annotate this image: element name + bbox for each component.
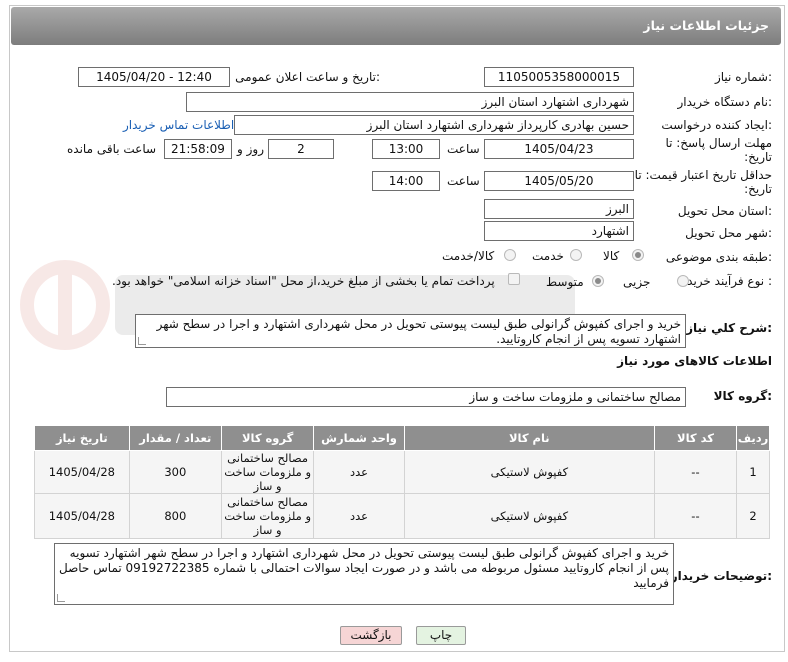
treasury-payment-text: پرداخت تمام یا بخشی از مبلغ خرید،از محل … [112,274,495,288]
resize-handle-icon[interactable] [138,337,146,345]
col-quantity: تعداد / مقدار [128,425,222,451]
days-label: روز و [237,142,264,156]
validity-time-label: ساعت [447,174,480,188]
resize-handle-icon[interactable] [57,594,65,602]
item-name-cell: کفپوش لاستیکی [403,493,655,539]
col-item-name: نام کالا [403,425,655,451]
city-field: اشتهارد [484,221,634,241]
table-header-row: ردیف کد کالا نام کالا واحد شمارش گروه کا… [34,425,770,451]
item-code-cell: -- [653,450,738,494]
table-row: 1 -- کفپوش لاستیکی عدد مصالح ساختمانی و … [34,450,770,494]
row-number-cell: 2 [736,493,770,539]
buyer-notes-label: توضیحات خریدار: [670,569,772,583]
unit-cell: عدد [313,450,405,494]
reply-time-field: 13:00 [372,139,440,159]
reply-deadline-label: مهلت ارسال پاسخ: تا تاریخ: [665,136,772,164]
requester-label: ایجاد کننده درخواست: [661,118,772,132]
need-date-cell: 1405/04/28 [34,493,130,539]
buyer-org-field: شهرداری اشتهارد استان البرز [186,92,634,112]
quantity-cell: 300 [128,450,222,494]
validity-date-field: 1405/05/20 [484,171,634,191]
category-label: طبقه بندی موضوعی: [665,250,772,264]
remaining-time-label: ساعت باقی مانده [67,142,157,156]
reply-time-label: ساعت [447,142,480,156]
item-code-cell: -- [653,493,738,539]
page-title: جزئیات اطلاعات نیاز [643,18,769,33]
page-header: جزئیات اطلاعات نیاز [11,7,781,45]
category-service-label: خدمت [532,249,564,263]
buyer-notes-textarea[interactable]: خرید و اجرای کفپوش گرانولی طبق لیست پیوس… [54,543,674,605]
process-type-label: نوع فرآیند خرید : [687,274,772,288]
province-label: استان محل تحویل: [677,204,772,218]
goods-section-title: اطلاعات کالاهای مورد نیاز [617,354,772,368]
row-number-cell: 1 [736,450,770,494]
days-remaining-field: 2 [268,139,334,159]
col-need-date: تاریخ نیاز [34,425,130,451]
province-field: البرز [484,199,634,219]
reply-date-field: 1405/04/23 [484,139,634,159]
item-name-cell: کفپوش لاستیکی [403,450,655,494]
city-label: شهر محل تحویل: [685,226,772,240]
treasury-payment-checkbox[interactable] [508,273,520,285]
validity-time-field: 14:00 [372,171,440,191]
goods-group-label: گروه کالا: [713,389,772,403]
need-number-field: 1105005358000015 [484,67,634,87]
announce-label: تاریخ و ساعت اعلان عمومی: [235,70,380,84]
remaining-time-field: 21:58:09 [164,139,232,159]
summary-text: خرید و اجرای کفپوش گرانولی طبق لیست پیوس… [156,317,681,346]
category-service-radio[interactable] [570,249,582,261]
requester-field: حسین بهادری کارپرداز شهرداری اشتهارد است… [234,115,634,135]
item-group-cell: مصالح ساختمانی و ملزومات ساخت و ساز [220,450,315,494]
col-row-number: ردیف [736,425,770,451]
category-goods-label: کالا [603,249,620,263]
buyer-notes-text: خرید و اجرای کفپوش گرانولی طبق لیست پیوس… [58,546,669,590]
category-goods-radio[interactable] [632,249,644,261]
goods-group-field: مصالح ساختمانی و ملزومات ساخت و ساز [166,387,686,407]
category-goods-service-radio[interactable] [504,249,516,261]
buyer-org-label: نام دستگاه خریدار: [677,95,773,109]
item-group-cell: مصالح ساختمانی و ملزومات ساخت و ساز [220,493,315,539]
summary-textarea[interactable]: خرید و اجرای کفپوش گرانولی طبق لیست پیوس… [135,314,686,348]
unit-cell: عدد [313,493,405,539]
announce-datetime-field: 1405/04/20 - 12:40 [78,67,230,87]
col-item-group: گروه کالا [220,425,315,451]
summary-label: شرح کلي نياز: [686,321,772,335]
process-medium-radio[interactable] [592,275,604,287]
need-date-cell: 1405/04/28 [34,450,130,494]
table-row: 2 -- کفپوش لاستیکی عدد مصالح ساختمانی و … [34,493,770,539]
process-minor-label: جزیی [623,275,651,289]
validity-label: حداقل تاریخ اعتبار قیمت: تا تاریخ: [634,168,772,196]
back-button[interactable]: بازگشت [340,626,402,645]
items-table: ردیف کد کالا نام کالا واحد شمارش گروه کا… [34,425,770,539]
need-number-label: شماره نیاز: [714,70,772,84]
buyer-contact-link[interactable]: اطلاعات تماس خریدار [123,118,234,132]
process-minor-radio[interactable] [677,275,689,287]
col-item-code: کد کالا [653,425,738,451]
category-goods-service-label: کالا/خدمت [442,249,495,263]
col-unit: واحد شمارش [313,425,405,451]
print-button[interactable]: چاپ [416,626,466,645]
quantity-cell: 800 [128,493,222,539]
process-medium-label: متوسط [546,275,584,289]
